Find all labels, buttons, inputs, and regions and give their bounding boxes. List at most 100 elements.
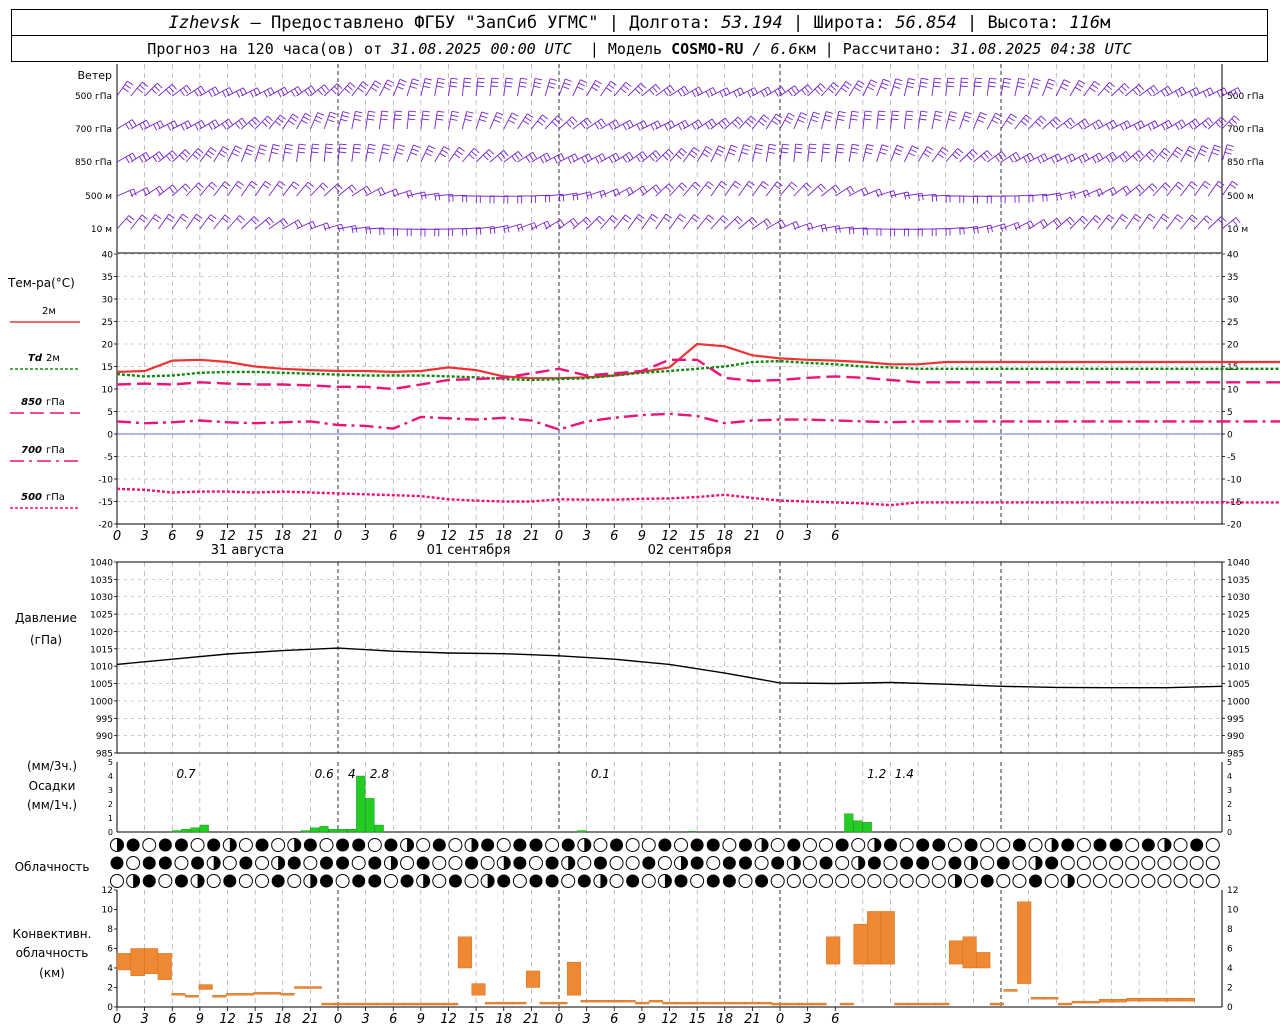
conv-bar: [498, 1001, 513, 1005]
wind-barb-feather: [1049, 121, 1055, 128]
wind-barb-feather: [1206, 215, 1213, 221]
wind-barb-feather: [329, 111, 337, 115]
cloud-symbol-half: [1035, 856, 1043, 870]
cloud-symbol-clear: [1173, 874, 1188, 888]
cloud-symbol-half: [503, 856, 511, 870]
wind-barb-feather: [625, 154, 631, 161]
wind-barb-feather: [380, 118, 388, 121]
wind-barb-feather: [694, 181, 701, 187]
wind-barb-feather: [935, 110, 943, 114]
temp-x-tick-label: 3: [361, 529, 369, 544]
wind-barb: [945, 148, 958, 163]
wind-barb-feather: [666, 87, 672, 94]
wind-barb-feather: [1076, 83, 1084, 88]
wind-barb-feather: [247, 144, 255, 149]
wind-barb: [820, 144, 824, 163]
wind-barb-feather: [939, 150, 947, 156]
wind-barb-feather: [241, 117, 247, 124]
wind-barb-feather: [569, 220, 575, 227]
wind-barb-feather: [138, 156, 144, 163]
wind-barb-feather: [152, 155, 158, 163]
wind-barb-feather: [207, 217, 215, 223]
wind-barb-feather: [677, 123, 683, 131]
temp-y-tick-label-right: -10: [1227, 476, 1242, 486]
wind-barb-feather: [423, 81, 432, 85]
cloud-symbol-clear: [142, 838, 157, 852]
wind-barb-feather: [745, 121, 751, 127]
wind-barb-feather: [781, 219, 786, 227]
precip-tick-label-left: 2: [108, 800, 113, 809]
cloud-symbol-clear: [1125, 874, 1140, 888]
cloud-symbol-clear: [851, 838, 866, 852]
wind-barb-feather: [441, 149, 449, 154]
wind-barb: [171, 183, 186, 197]
wind-barb-feather: [1074, 86, 1082, 92]
temp-x-tick-label: 12: [440, 529, 457, 544]
wind-barb-feather: [942, 147, 949, 152]
wind-barb-feather: [748, 219, 755, 226]
conv-x-tick-label: 0: [776, 1012, 784, 1024]
wind-barb-feather: [128, 215, 135, 221]
precip-bar: [577, 830, 587, 833]
wind-barb: [586, 215, 600, 230]
wind-barb-feather: [651, 213, 659, 219]
wind-barb-feather: [395, 110, 403, 113]
wind-barb-feather: [1018, 77, 1026, 81]
wind-barb: [213, 181, 225, 197]
wind-barb-feather: [235, 122, 241, 129]
wind-barb: [461, 111, 468, 130]
wind-barb: [1097, 82, 1110, 97]
wind-barb-feather: [185, 183, 191, 190]
wind-barb-feather: [495, 115, 502, 120]
wind-barb-feather: [1069, 216, 1075, 223]
wind-barb-feather: [422, 110, 430, 113]
wind-barb-feather: [1006, 120, 1013, 125]
wind-barb-feather: [1208, 117, 1214, 124]
wind-barb-feather: [684, 85, 689, 93]
wind-barb-feather: [1089, 87, 1096, 93]
cloud-symbol-overcast: [593, 856, 607, 870]
wind-barb-feather: [1053, 220, 1059, 227]
wind-barb-feather: [911, 145, 919, 150]
cloud-symbol-clear: [754, 856, 769, 870]
cloud-symbol-clear: [1044, 874, 1059, 888]
conv-bar: [239, 993, 254, 996]
wind-barb: [406, 78, 413, 97]
wind-barb-feather: [1164, 147, 1171, 154]
wind-barb-feather: [612, 215, 618, 221]
cloud-symbol-overcast: [884, 838, 897, 852]
cloud-symbol-clear: [158, 874, 173, 888]
wind-barb-feather: [186, 84, 192, 92]
cloud-symbol-clear: [351, 856, 366, 870]
wind-barb-feather: [840, 87, 848, 93]
precip-tick-label-left: 1: [108, 814, 113, 823]
wind-barb-feather: [649, 89, 655, 96]
wind-barb-feather: [1106, 123, 1111, 131]
wind-barb-feather: [542, 114, 549, 120]
cloud-symbol-overcast: [158, 838, 172, 852]
wind-barb-feather: [1189, 217, 1196, 223]
wind-barb-feather: [535, 77, 543, 81]
wind-barb-feather: [769, 143, 777, 146]
wind-barb: [185, 213, 197, 230]
wind-barb-feather: [292, 113, 299, 119]
wind-barb-feather: [825, 111, 833, 114]
temp-y-tick-label-left: 0: [107, 431, 113, 441]
wind-barb-feather: [158, 151, 164, 158]
wind-barb: [448, 111, 453, 130]
cloud-symbol-overcast: [352, 874, 366, 888]
wind-barb-feather: [464, 118, 472, 122]
wind-barb-feather: [973, 227, 975, 235]
wind-barb-feather: [328, 115, 336, 119]
wind-barb: [903, 78, 909, 97]
wind-barb-feather: [781, 147, 789, 150]
wind-barb-feather: [573, 218, 579, 225]
wind-barb: [627, 214, 640, 230]
wind-barb: [1194, 181, 1206, 197]
wind-barb-feather: [788, 184, 795, 191]
wind-barb-feather: [249, 91, 254, 98]
wind-barb-feather: [1153, 85, 1159, 92]
wind-barb: [710, 215, 724, 230]
wind-barb-feather: [974, 81, 982, 84]
wind-barb-feather: [906, 110, 914, 113]
